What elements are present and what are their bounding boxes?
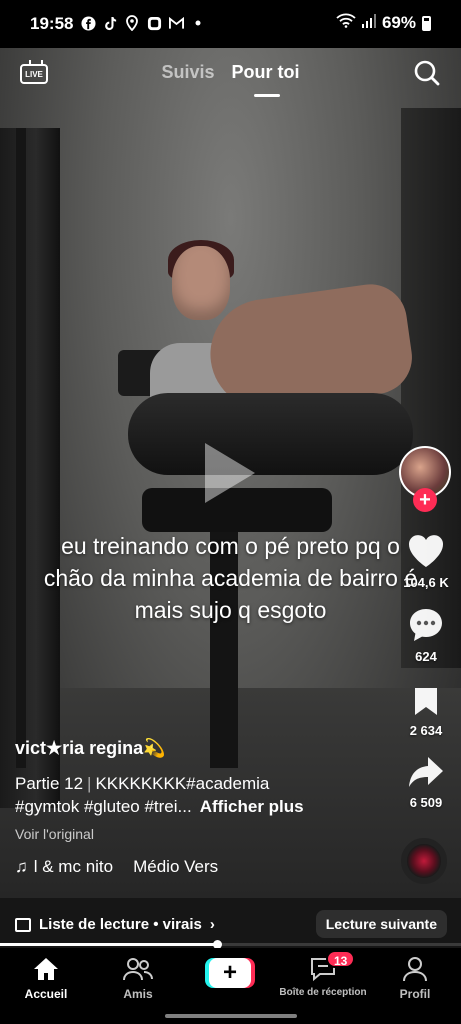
feed-tabs: Suivis Pour toi <box>0 62 461 83</box>
status-bar: 19:58 69% <box>0 0 461 48</box>
video-overlay-text: eu treinando com o pé preto pq o chão da… <box>43 533 418 623</box>
share-button[interactable]: 6 509 <box>396 755 456 810</box>
share-count: 6 509 <box>409 795 443 810</box>
sound-title: Médio Vers <box>133 857 219 876</box>
wifi-icon <box>336 13 356 33</box>
search-icon <box>414 60 440 86</box>
video-pole <box>16 128 26 768</box>
post-caption: Partie 12 | KKKKKKKK#academia #gymtok #glu… <box>15 772 385 818</box>
see-original-link[interactable]: Voir l'original <box>15 826 94 842</box>
nav-profile-label: Profil <box>399 987 431 1001</box>
video-machine <box>0 128 60 808</box>
sound-artist: l & mc nito <box>33 857 114 876</box>
battery-icon <box>422 15 431 31</box>
comment-button[interactable]: 624 <box>396 607 456 664</box>
gmail-icon <box>168 15 184 31</box>
play-icon[interactable] <box>205 443 255 503</box>
active-tab-indicator <box>254 94 280 97</box>
playlist-label[interactable]: Liste de lecture • virais › <box>15 916 215 933</box>
see-more-button[interactable]: Afficher plus <box>200 797 304 816</box>
caption-separator: | <box>87 774 92 793</box>
creator-avatar[interactable]: + <box>399 446 451 512</box>
video-progress-bar[interactable] <box>0 940 461 949</box>
facebook-icon <box>80 15 96 31</box>
sound-ticker[interactable]: ♫ l & mc nito Médio Vers <box>15 857 235 877</box>
profile-icon <box>403 957 427 982</box>
video-player[interactable] <box>0 48 461 898</box>
follow-button[interactable]: + <box>413 488 437 512</box>
plus-icon: + <box>209 958 251 988</box>
location-icon <box>124 15 140 31</box>
bookmark-count: 2 634 <box>409 723 443 738</box>
notification-icons <box>80 15 206 31</box>
heart-icon <box>408 535 444 567</box>
comment-icon <box>410 609 442 641</box>
next-video-button[interactable]: Lecture suivante <box>315 910 447 938</box>
status-time: 19:58 <box>30 14 74 33</box>
playlist-bar[interactable]: Liste de lecture • virais › Lecture suiv… <box>0 898 461 948</box>
search-button[interactable] <box>414 60 440 86</box>
nav-inbox-label: Boîte de réception <box>279 987 367 998</box>
nav-profile[interactable]: Profil <box>370 956 460 1001</box>
home-icon <box>34 958 58 980</box>
bookmark-button[interactable]: 2 634 <box>396 685 456 738</box>
playlist-icon <box>15 917 31 932</box>
nav-home-label: Accueil <box>24 987 68 1001</box>
music-note-icon: ♫ <box>15 857 28 876</box>
playlist-name: Liste de lecture • virais <box>39 916 202 933</box>
tab-for-you[interactable]: Pour toi <box>232 62 300 83</box>
like-button[interactable]: 104,6 K <box>396 533 456 590</box>
comment-count: 624 <box>415 649 437 664</box>
inbox-badge: 13 <box>326 950 356 968</box>
nav-friends[interactable]: Amis <box>93 956 183 1001</box>
messenger-icon <box>146 15 162 31</box>
status-right: 69% <box>336 13 431 33</box>
chevron-right-icon: › <box>209 916 215 933</box>
bookmark-icon <box>415 688 437 715</box>
create-button[interactable]: + <box>205 958 255 988</box>
video-person-head <box>172 246 230 320</box>
like-count: 104,6 K <box>403 575 449 590</box>
dot-icon <box>190 15 206 31</box>
home-indicator <box>165 1014 297 1018</box>
music-disc[interactable] <box>401 838 447 884</box>
video-roller-pad <box>128 393 413 475</box>
tab-following[interactable]: Suivis <box>161 62 214 83</box>
bottom-nav: Accueil Amis + Boîte de réception 13 Pro… <box>0 948 461 1024</box>
nav-home[interactable]: Accueil <box>1 956 91 1001</box>
signal-icon <box>361 13 376 33</box>
friends-icon <box>123 958 153 981</box>
caption-line1[interactable]: KKKKKKKK#academia <box>95 774 269 793</box>
creator-username[interactable]: vict★ria regina💫 <box>15 738 166 759</box>
share-icon <box>409 757 443 787</box>
tiktok-icon <box>102 15 118 31</box>
progress-fill <box>0 943 217 946</box>
post-part: Partie 12 <box>15 774 84 793</box>
caption-line2[interactable]: #gymtok #gluteo #trei... <box>15 797 192 816</box>
battery-percent: 69% <box>381 13 416 32</box>
nav-friends-label: Amis <box>123 987 153 1001</box>
nav-inbox[interactable]: Boîte de réception <box>277 956 369 998</box>
